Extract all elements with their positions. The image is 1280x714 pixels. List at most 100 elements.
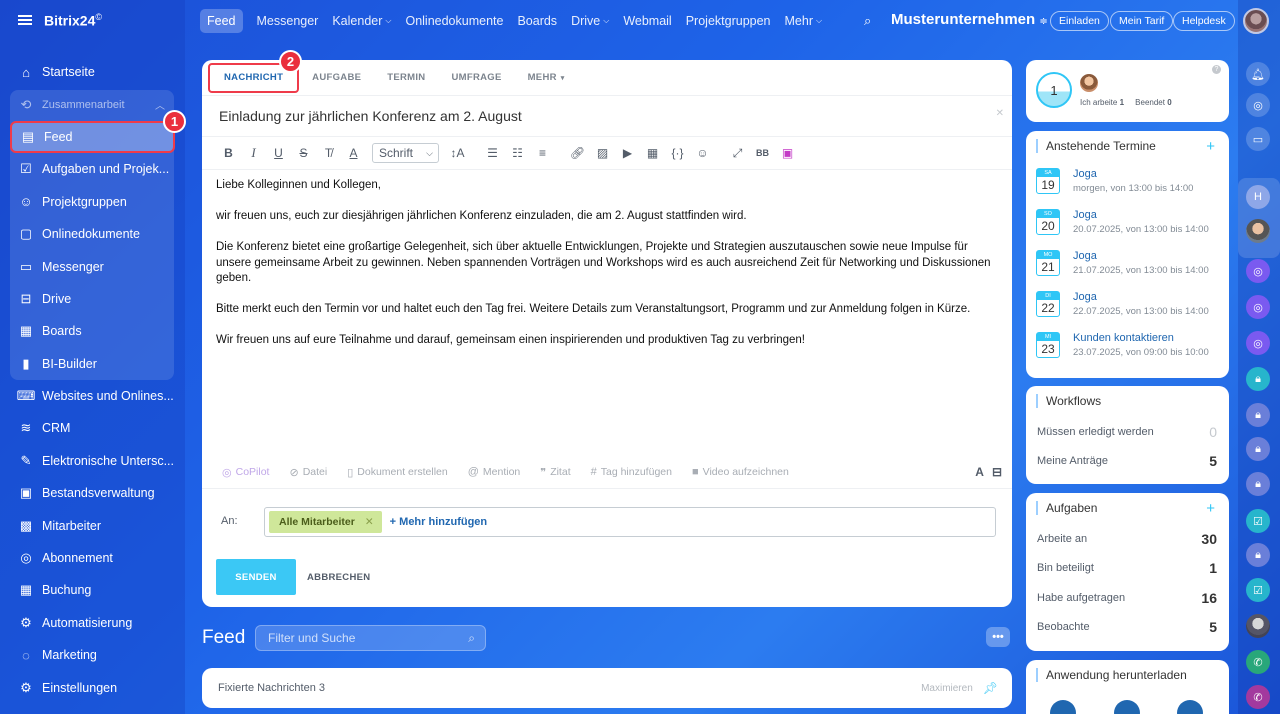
top-nav-onlinedokumente[interactable]: Onlinedokumente (405, 14, 503, 28)
feed-search-input[interactable]: Filter und Suche ⌕ (255, 625, 486, 651)
align-button[interactable]: ≡ (530, 146, 555, 160)
italic-button[interactable]: I (241, 145, 266, 161)
copilot-chat-icon[interactable]: ◎ (1246, 331, 1270, 355)
bell-icon[interactable]: 🔔︎ (1246, 62, 1270, 86)
sidebar-item-abonnement[interactable]: ◎ Abonnement (10, 542, 175, 574)
code-icon[interactable]: {·} (665, 146, 690, 160)
sidebar-item-marketing[interactable]: ◌ Marketing (10, 639, 175, 671)
sidebar-item-projektgruppen[interactable]: ☺ Projektgruppen (10, 186, 175, 218)
table-icon[interactable]: ▦ (640, 146, 665, 160)
top-nav-kalender[interactable]: Kalender ⌵ (332, 14, 391, 28)
menu-icon[interactable] (18, 15, 32, 25)
bbcode-button[interactable]: BB (750, 148, 775, 158)
workflow-row[interactable]: Meine Anträge 5 (1026, 447, 1229, 477)
bullet-list-button[interactable]: ☷ (505, 146, 530, 160)
text-color-button[interactable]: A (341, 146, 366, 160)
appstore-icon[interactable] (1177, 700, 1203, 714)
ai-image-icon[interactable]: ▣ (775, 146, 800, 160)
company-name[interactable]: Musterunternehmen ≑ (891, 11, 1048, 28)
chat-icon[interactable]: ▭ (1246, 127, 1270, 151)
windows-icon[interactable] (1114, 700, 1140, 714)
image-icon[interactable]: ▨ (590, 146, 615, 160)
event-item[interactable]: SA 19 Joga morgen, von 13:00 bis 14:00 (1026, 164, 1229, 205)
event-item[interactable]: SO 20 Joga 20.07.2025, von 13:00 bis 14:00 (1026, 205, 1229, 246)
panel-icon[interactable]: ⊟ (992, 465, 1002, 479)
contact-avatar[interactable] (1246, 219, 1270, 243)
sidebar-item-websites[interactable]: ⌨ Websites und Onlines... (10, 380, 175, 412)
contact-avatar[interactable] (1246, 614, 1270, 638)
top-nav-drive[interactable]: Drive ⌵ (571, 14, 609, 28)
tab-aufgabe[interactable]: AUFGABE (299, 63, 374, 93)
event-item[interactable]: DI 22 Joga 22.07.2025, von 13:00 bis 14:00 (1026, 287, 1229, 328)
close-icon[interactable]: ✕ (996, 108, 1004, 119)
tab-umfrage[interactable]: UMFRAGE (438, 63, 514, 93)
top-nav-webmail[interactable]: Webmail (623, 14, 671, 28)
sidebar-item-bestandsverwaltung[interactable]: ▣ Bestandsverwaltung (10, 477, 175, 509)
task-row[interactable]: Beobachte 5 (1026, 613, 1229, 643)
task-row[interactable]: Habe aufgetragen 16 (1026, 583, 1229, 613)
fullscreen-icon[interactable]: ⤢ (725, 146, 750, 161)
add-task-button[interactable]: + (1206, 500, 1215, 517)
add-event-button[interactable]: + (1206, 138, 1215, 155)
sidebar-item-drive[interactable]: ⊟ Drive (10, 283, 175, 315)
lock-icon[interactable]: 🔒︎ (1246, 403, 1270, 427)
sidebar-item-einstellungen[interactable]: ⚙ Einstellungen (10, 671, 175, 703)
cancel-button[interactable]: ABBRECHEN (307, 572, 370, 583)
top-nav-mehr[interactable]: Mehr ⌵ (785, 14, 823, 28)
tab-termin[interactable]: TERMIN (374, 63, 438, 93)
my-tariff-button[interactable]: Mein Tarif (1110, 11, 1174, 31)
top-nav-projektgruppen[interactable]: Projektgruppen (686, 14, 771, 28)
sidebar-item-feed[interactable]: ▤ Feed (10, 120, 175, 154)
pinned-messages-bar[interactable]: Fixierte Nachrichten 3 Maximieren 📌︎ (202, 668, 1012, 708)
add-recipient-link[interactable]: + Mehr hinzufügen (390, 516, 487, 528)
add-tag-button[interactable]: # Tag hinzufügen (591, 466, 672, 478)
send-button[interactable]: SENDEN (216, 559, 296, 595)
maximize-link[interactable]: Maximieren (921, 683, 973, 694)
video-icon[interactable]: ▶ (615, 146, 640, 160)
file-button[interactable]: ⊘ Datei (289, 466, 327, 479)
event-item[interactable]: MO 21 Joga 21.07.2025, von 13:00 bis 14:00 (1026, 246, 1229, 287)
sidebar-item-messenger[interactable]: ▭ Messenger (10, 250, 175, 282)
tab-mehr[interactable]: MEHR ▾ (515, 63, 578, 93)
task-row[interactable]: Bin beteiligt 1 (1026, 554, 1229, 584)
task-check-icon[interactable]: ☑ (1246, 509, 1270, 533)
more-icon[interactable]: ••• (986, 627, 1010, 647)
mention-button[interactable]: @ Mention (468, 466, 521, 478)
sidebar-item-bi-builder[interactable]: ▮ BI-Builder (10, 348, 175, 380)
invite-button[interactable]: Einladen (1050, 11, 1109, 31)
copilot-chat-icon[interactable]: ◎ (1246, 259, 1270, 283)
pin-icon[interactable]: 📌︎ (983, 681, 998, 695)
worktime-counter[interactable]: 1 (1036, 72, 1072, 108)
event-item[interactable]: MI 23 Kunden kontaktieren 23.07.2025, von 0… (1026, 328, 1229, 369)
sidebar-item-mitarbeiter[interactable]: ▩ Mitarbeiter (10, 509, 175, 541)
sidebar-item-boards[interactable]: ▦ Boards (10, 315, 175, 347)
phone-icon[interactable]: ✆ (1246, 685, 1270, 709)
record-video-button[interactable]: ■ Video aufzeichnen (692, 466, 789, 478)
task-row[interactable]: Arbeite an 30 (1026, 524, 1229, 554)
top-nav-messenger[interactable]: Messenger (257, 14, 319, 28)
strikethrough-button[interactable]: S (291, 146, 316, 160)
post-body-editor[interactable]: Liebe Kolleginnen und Kollegen, wir freu… (202, 170, 1012, 372)
text-format-icon[interactable]: A (975, 465, 984, 479)
phone-icon[interactable]: ✆ (1246, 650, 1270, 674)
lock-icon[interactable]: 🔒︎ (1246, 367, 1270, 391)
copilot-icon[interactable]: ◎ (1246, 93, 1270, 117)
app-logo[interactable]: Bitrix24© (44, 12, 102, 29)
font-size-button[interactable]: ↕A (445, 146, 470, 160)
lock-icon[interactable]: 🔒︎ (1246, 472, 1270, 496)
sidebar-item-automatisierung[interactable]: ⚙ Automatisierung (10, 607, 175, 639)
sidebar-item-startseite[interactable]: ⌂ Startseite (10, 56, 175, 88)
copilot-chat-icon[interactable]: ◎ (1246, 295, 1270, 319)
numbered-list-button[interactable]: ☰ (480, 146, 505, 160)
sidebar-item-crm[interactable]: ≋ CRM (10, 412, 175, 444)
post-title-input[interactable]: Einladung zur jährlichen Konferenz am 2.… (202, 96, 1012, 136)
close-icon[interactable]: ✕ (365, 516, 374, 528)
lock-icon[interactable]: 🔒︎ (1246, 543, 1270, 567)
underline-button[interactable]: U (266, 146, 291, 160)
search-icon[interactable]: ⌕ (864, 13, 871, 29)
info-icon[interactable]: ? (1212, 65, 1221, 74)
quote-button[interactable]: ❞ Zitat (540, 466, 570, 479)
group-avatar-icon[interactable]: H (1246, 185, 1270, 209)
bold-button[interactable]: B (216, 146, 241, 160)
task-check-icon[interactable]: ☑ (1246, 578, 1270, 602)
